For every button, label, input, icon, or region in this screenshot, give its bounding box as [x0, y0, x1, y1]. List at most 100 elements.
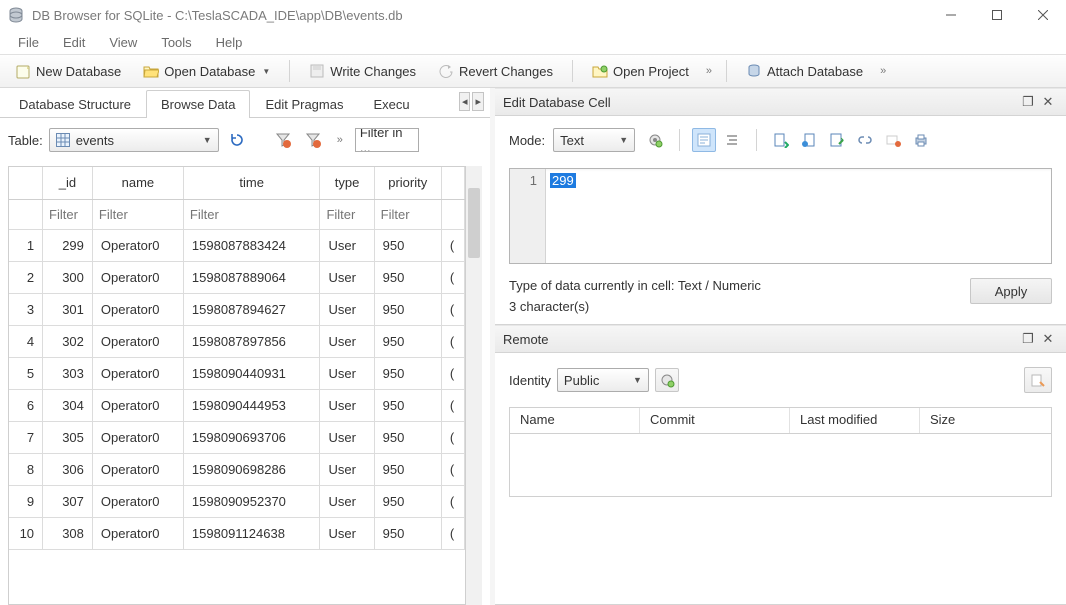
window-title: DB Browser for SQLite - C:\TeslaSCADA_ID… [32, 8, 928, 23]
tab-scroll-right-icon[interactable]: ▸ [472, 92, 484, 111]
menu-tools[interactable]: Tools [149, 33, 203, 52]
clear-filter-button[interactable] [271, 128, 295, 152]
app-icon [8, 7, 24, 23]
panel-float-icon[interactable]: ❐ [1018, 94, 1038, 110]
push-button[interactable] [1024, 367, 1052, 393]
view-rtl-button[interactable] [720, 128, 744, 152]
table-row[interactable]: 1299Operator01598087883424User950( [9, 229, 465, 261]
table-row[interactable]: 10308Operator01598091124638User950( [9, 517, 465, 549]
tab-edit-pragmas[interactable]: Edit Pragmas [250, 90, 358, 118]
dropdown-arrow-icon[interactable]: ▼ [262, 67, 270, 76]
new-db-icon [15, 63, 31, 79]
table-row[interactable]: 8306Operator01598090698286User950( [9, 453, 465, 485]
cell-editor[interactable]: 1 299 [509, 168, 1052, 264]
editor-line-number: 1 [510, 169, 546, 263]
open-project-button[interactable]: Open Project [581, 58, 700, 84]
filter-id[interactable] [43, 200, 92, 229]
refresh-button[interactable] [225, 128, 249, 152]
column-header-id[interactable]: _id [43, 167, 93, 199]
edit-cell-title: Edit Database Cell [503, 95, 1018, 110]
tab-browse-data[interactable]: Browse Data [146, 90, 250, 118]
menu-help[interactable]: Help [204, 33, 255, 52]
cell-value: 299 [550, 173, 576, 188]
attach-db-icon [746, 63, 762, 79]
column-header-priority[interactable]: priority [374, 167, 441, 199]
table-icon [56, 133, 70, 147]
revert-changes-button: Revert Changes [427, 58, 564, 84]
menu-edit[interactable]: Edit [51, 33, 97, 52]
remote-col-commit[interactable]: Commit [640, 408, 790, 433]
open-db-icon [143, 63, 159, 79]
panel-close-icon[interactable]: ✕ [1038, 94, 1058, 110]
title-bar: DB Browser for SQLite - C:\TeslaSCADA_ID… [0, 0, 1066, 30]
view-text-button[interactable] [692, 128, 716, 152]
new-database-button[interactable]: New Database [4, 58, 132, 84]
link-button[interactable] [853, 128, 877, 152]
identity-select[interactable]: Public▼ [557, 368, 649, 392]
table-toolbar: Table: events ▼ » Filter in ... [0, 118, 490, 160]
edit-cell-panel: Edit Database Cell ❐ ✕ Mode: Text▼ [495, 88, 1066, 325]
filter-input[interactable]: Filter in ... [355, 128, 419, 152]
column-header-time[interactable]: time [183, 167, 320, 199]
menu-bar: File Edit View Tools Help [0, 30, 1066, 54]
column-header-name[interactable]: name [92, 167, 183, 199]
close-button[interactable] [1020, 0, 1066, 30]
table-row[interactable]: 7305Operator01598090693706User950( [9, 421, 465, 453]
print-button[interactable] [909, 128, 933, 152]
tab-execute-sql[interactable]: Execu [358, 90, 424, 118]
table-row[interactable]: 2300Operator01598087889064User950( [9, 261, 465, 293]
open-database-button[interactable]: Open Database ▼ [132, 58, 281, 84]
minimize-button[interactable] [928, 0, 974, 30]
toolbar-overflow-2[interactable]: » [874, 65, 892, 77]
remote-close-icon[interactable]: ✕ [1038, 331, 1058, 347]
save-filter-button[interactable] [301, 128, 325, 152]
toolbar-overflow-1[interactable]: » [700, 65, 718, 77]
table-row[interactable]: 4302Operator01598087897856User950( [9, 325, 465, 357]
filter-type[interactable] [320, 200, 373, 229]
tab-database-structure[interactable]: Database Structure [4, 90, 146, 118]
filter-time[interactable] [184, 200, 320, 229]
maximize-button[interactable] [974, 0, 1020, 30]
table-label: Table: [8, 133, 43, 148]
filter-name[interactable] [93, 200, 183, 229]
set-null-button[interactable] [825, 128, 849, 152]
menu-view[interactable]: View [97, 33, 149, 52]
clear-button[interactable] [881, 128, 905, 152]
export-button[interactable] [797, 128, 821, 152]
table-select[interactable]: events ▼ [49, 128, 219, 152]
identity-label: Identity [509, 373, 551, 388]
table-toolbar-overflow[interactable]: » [331, 134, 349, 146]
write-icon [309, 63, 325, 79]
apply-button: Apply [970, 278, 1052, 304]
tab-bar: Database Structure Browse Data Edit Prag… [0, 88, 490, 118]
mode-gear-button[interactable] [643, 128, 667, 152]
tab-scroll-left-icon[interactable]: ◂ [459, 92, 471, 111]
table-row[interactable]: 5303Operator01598090440931User950( [9, 357, 465, 389]
write-changes-button: Write Changes [298, 58, 427, 84]
cell-char-count: 3 character(s) [509, 299, 970, 314]
main-toolbar: New Database Open Database ▼ Write Chang… [0, 54, 1066, 88]
identity-settings-button[interactable] [655, 368, 679, 392]
data-grid[interactable]: _id name time type priority [8, 166, 466, 605]
remote-col-last[interactable]: Last modified [790, 408, 920, 433]
mode-select[interactable]: Text▼ [553, 128, 635, 152]
attach-database-button[interactable]: Attach Database [735, 58, 874, 84]
table-row[interactable]: 9307Operator01598090952370User950( [9, 485, 465, 517]
remote-panel: Remote ❐ ✕ Identity Public▼ Name [495, 325, 1066, 605]
table-row[interactable]: 6304Operator01598090444953User950( [9, 389, 465, 421]
mode-label: Mode: [509, 133, 545, 148]
remote-col-name[interactable]: Name [510, 408, 640, 433]
import-button[interactable] [769, 128, 793, 152]
remote-title: Remote [503, 332, 1018, 347]
grid-scrollbar[interactable] [466, 166, 482, 605]
menu-file[interactable]: File [6, 33, 51, 52]
remote-float-icon[interactable]: ❐ [1018, 331, 1038, 347]
remote-col-size[interactable]: Size [920, 408, 1051, 433]
cell-type-text: Type of data currently in cell: Text / N… [509, 278, 970, 293]
filter-priority[interactable] [375, 200, 441, 229]
open-project-icon [592, 63, 608, 79]
revert-icon [438, 63, 454, 79]
remote-table[interactable]: Name Commit Last modified Size [509, 407, 1052, 497]
column-header-type[interactable]: type [320, 167, 374, 199]
table-row[interactable]: 3301Operator01598087894627User950( [9, 293, 465, 325]
